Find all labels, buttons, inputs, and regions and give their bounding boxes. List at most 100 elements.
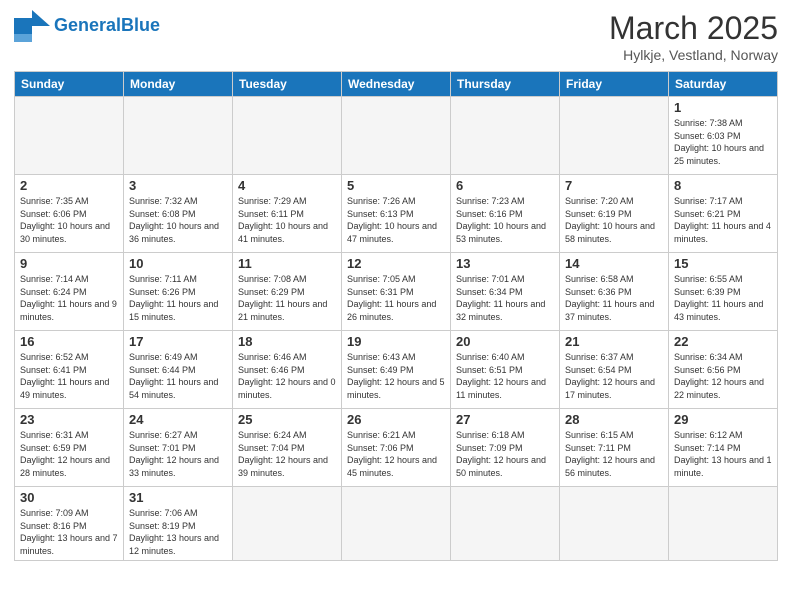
calendar-cell: 11Sunrise: 7:08 AM Sunset: 6:29 PM Dayli… — [233, 253, 342, 331]
day-number: 4 — [238, 178, 336, 193]
day-number: 19 — [347, 334, 445, 349]
calendar-cell: 6 Sunrise: 7:23 AM Sunset: 6:16 PM Daylig… — [451, 175, 560, 253]
day-number: 12 — [347, 256, 445, 271]
day-info: Sunrise: 6:34 AM Sunset: 6:56 PM Dayligh… — [674, 351, 772, 401]
day-info: Sunrise: 6:27 AM Sunset: 7:01 PM Dayligh… — [129, 429, 227, 479]
calendar-cell: 19 Sunrise: 6:43 AM Sunset: 6:49 PM Dayli… — [342, 331, 451, 409]
day-info: Sunrise: 7:09 AM Sunset: 8:16 PM Dayligh… — [20, 507, 118, 557]
calendar-cell: 24 Sunrise: 6:27 AM Sunset: 7:01 PM Dayli… — [124, 409, 233, 487]
calendar-cell: 30Sunrise: 7:09 AM Sunset: 8:16 PM Dayli… — [15, 487, 124, 561]
calendar-week-row: 2 Sunrise: 7:35 AM Sunset: 6:06 PM Daylig… — [15, 175, 778, 253]
logo-blue: Blue — [121, 15, 160, 35]
day-number: 14 — [565, 256, 663, 271]
day-number: 10 — [129, 256, 227, 271]
day-number: 6 — [456, 178, 554, 193]
day-number: 1 — [674, 100, 772, 115]
calendar-cell — [233, 97, 342, 175]
day-number: 26 — [347, 412, 445, 427]
calendar-cell: 17 Sunrise: 6:49 AM Sunset: 6:44 PM Dayli… — [124, 331, 233, 409]
day-info: Sunrise: 7:35 AM Sunset: 6:06 PM Dayligh… — [20, 195, 118, 245]
day-info: Sunrise: 6:15 AM Sunset: 7:11 PM Dayligh… — [565, 429, 663, 479]
day-info: Sunrise: 6:40 AM Sunset: 6:51 PM Dayligh… — [456, 351, 554, 401]
day-number: 16 — [20, 334, 118, 349]
day-info: Sunrise: 7:01 AM Sunset: 6:34 PM Dayligh… — [456, 273, 554, 323]
calendar-cell: 15Sunrise: 6:55 AM Sunset: 6:39 PM Dayli… — [669, 253, 778, 331]
logo-icon — [14, 10, 50, 42]
calendar-day-header: Thursday — [451, 72, 560, 97]
calendar-week-row: 30Sunrise: 7:09 AM Sunset: 8:16 PM Dayli… — [15, 487, 778, 561]
calendar-cell — [124, 97, 233, 175]
calendar-day-header: Wednesday — [342, 72, 451, 97]
calendar-week-row: 16 Sunrise: 6:52 AM Sunset: 6:41 PM Dayli… — [15, 331, 778, 409]
day-number: 7 — [565, 178, 663, 193]
day-number: 3 — [129, 178, 227, 193]
day-info: Sunrise: 6:49 AM Sunset: 6:44 PM Dayligh… — [129, 351, 227, 401]
calendar-week-row: 1Sunrise: 7:38 AM Sunset: 6:03 PM Daylig… — [15, 97, 778, 175]
day-number: 20 — [456, 334, 554, 349]
day-info: Sunrise: 6:24 AM Sunset: 7:04 PM Dayligh… — [238, 429, 336, 479]
calendar-cell: 16 Sunrise: 6:52 AM Sunset: 6:41 PM Dayli… — [15, 331, 124, 409]
calendar-day-header: Tuesday — [233, 72, 342, 97]
day-info: Sunrise: 6:21 AM Sunset: 7:06 PM Dayligh… — [347, 429, 445, 479]
header: GeneralBlue March 2025 Hylkje, Vestland,… — [14, 10, 778, 63]
calendar-cell: 26 Sunrise: 6:21 AM Sunset: 7:06 PM Dayli… — [342, 409, 451, 487]
calendar-week-row: 23Sunrise: 6:31 AM Sunset: 6:59 PM Dayli… — [15, 409, 778, 487]
day-info: Sunrise: 6:43 AM Sunset: 6:49 PM Dayligh… — [347, 351, 445, 401]
calendar-cell — [15, 97, 124, 175]
day-number: 22 — [674, 334, 772, 349]
subtitle: Hylkje, Vestland, Norway — [609, 47, 778, 63]
day-info: Sunrise: 7:23 AM Sunset: 6:16 PM Dayligh… — [456, 195, 554, 245]
calendar-cell — [451, 487, 560, 561]
calendar-cell: 29Sunrise: 6:12 AM Sunset: 7:14 PM Dayli… — [669, 409, 778, 487]
day-number: 17 — [129, 334, 227, 349]
calendar-cell — [451, 97, 560, 175]
calendar-cell: 23Sunrise: 6:31 AM Sunset: 6:59 PM Dayli… — [15, 409, 124, 487]
day-number: 8 — [674, 178, 772, 193]
calendar-day-header: Saturday — [669, 72, 778, 97]
day-info: Sunrise: 7:26 AM Sunset: 6:13 PM Dayligh… — [347, 195, 445, 245]
day-number: 2 — [20, 178, 118, 193]
logo: GeneralBlue — [14, 10, 160, 42]
day-number: 9 — [20, 256, 118, 271]
title-area: March 2025 Hylkje, Vestland, Norway — [609, 10, 778, 63]
day-number: 27 — [456, 412, 554, 427]
logo-general: General — [54, 15, 121, 35]
day-info: Sunrise: 7:29 AM Sunset: 6:11 PM Dayligh… — [238, 195, 336, 245]
calendar-cell: 31 Sunrise: 7:06 AM Sunset: 8:19 PM Dayli… — [124, 487, 233, 561]
calendar-cell: 3 Sunrise: 7:32 AM Sunset: 6:08 PM Daylig… — [124, 175, 233, 253]
calendar-week-row: 9 Sunrise: 7:14 AM Sunset: 6:24 PM Daylig… — [15, 253, 778, 331]
day-info: Sunrise: 7:14 AM Sunset: 6:24 PM Dayligh… — [20, 273, 118, 323]
day-number: 29 — [674, 412, 772, 427]
calendar-cell: 8 Sunrise: 7:17 AM Sunset: 6:21 PM Daylig… — [669, 175, 778, 253]
page: GeneralBlue March 2025 Hylkje, Vestland,… — [0, 0, 792, 612]
calendar-cell — [233, 487, 342, 561]
calendar-cell: 28Sunrise: 6:15 AM Sunset: 7:11 PM Dayli… — [560, 409, 669, 487]
calendar-cell: 20 Sunrise: 6:40 AM Sunset: 6:51 PM Dayli… — [451, 331, 560, 409]
day-number: 31 — [129, 490, 227, 505]
day-number: 18 — [238, 334, 336, 349]
day-info: Sunrise: 6:37 AM Sunset: 6:54 PM Dayligh… — [565, 351, 663, 401]
day-number: 24 — [129, 412, 227, 427]
calendar-cell: 18 Sunrise: 6:46 AM Sunset: 6:46 PM Dayli… — [233, 331, 342, 409]
calendar-cell: 10Sunrise: 7:11 AM Sunset: 6:26 PM Dayli… — [124, 253, 233, 331]
day-info: Sunrise: 7:32 AM Sunset: 6:08 PM Dayligh… — [129, 195, 227, 245]
day-info: Sunrise: 7:17 AM Sunset: 6:21 PM Dayligh… — [674, 195, 772, 245]
calendar-cell — [560, 97, 669, 175]
calendar-cell: 2 Sunrise: 7:35 AM Sunset: 6:06 PM Daylig… — [15, 175, 124, 253]
day-info: Sunrise: 7:20 AM Sunset: 6:19 PM Dayligh… — [565, 195, 663, 245]
calendar-cell: 5Sunrise: 7:26 AM Sunset: 6:13 PM Daylig… — [342, 175, 451, 253]
day-number: 25 — [238, 412, 336, 427]
day-number: 13 — [456, 256, 554, 271]
calendar-cell: 13 Sunrise: 7:01 AM Sunset: 6:34 PM Dayli… — [451, 253, 560, 331]
day-info: Sunrise: 6:18 AM Sunset: 7:09 PM Dayligh… — [456, 429, 554, 479]
day-info: Sunrise: 6:58 AM Sunset: 6:36 PM Dayligh… — [565, 273, 663, 323]
calendar-day-header: Sunday — [15, 72, 124, 97]
calendar-cell: 9 Sunrise: 7:14 AM Sunset: 6:24 PM Daylig… — [15, 253, 124, 331]
calendar-cell: 27 Sunrise: 6:18 AM Sunset: 7:09 PM Dayli… — [451, 409, 560, 487]
day-info: Sunrise: 6:46 AM Sunset: 6:46 PM Dayligh… — [238, 351, 336, 401]
day-info: Sunrise: 7:06 AM Sunset: 8:19 PM Dayligh… — [129, 507, 227, 557]
calendar: SundayMondayTuesdayWednesdayThursdayFrid… — [14, 71, 778, 561]
calendar-cell: 1Sunrise: 7:38 AM Sunset: 6:03 PM Daylig… — [669, 97, 778, 175]
calendar-cell — [342, 97, 451, 175]
day-info: Sunrise: 6:52 AM Sunset: 6:41 PM Dayligh… — [20, 351, 118, 401]
